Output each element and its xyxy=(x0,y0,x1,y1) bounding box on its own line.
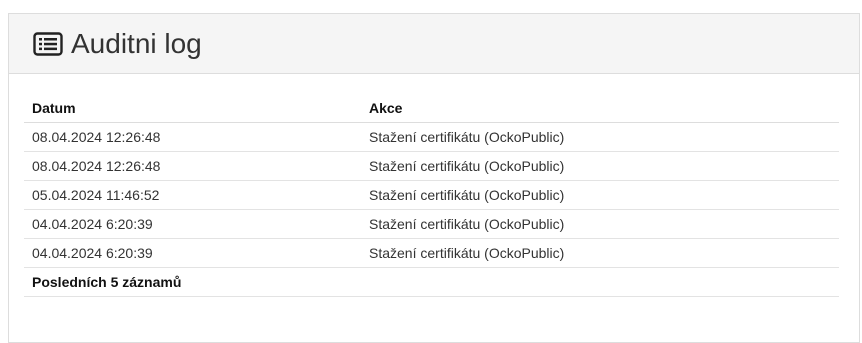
cell-akce: Stažení certifikátu (OckoPublic) xyxy=(361,122,839,152)
table-row: 04.04.2024 6:20:39 Stažení certifikátu (… xyxy=(24,209,839,239)
table-header-row: Datum Akce xyxy=(24,94,839,123)
panel-heading: Auditni log xyxy=(9,14,859,74)
list-alt-icon xyxy=(33,31,63,56)
cell-datum: 04.04.2024 6:20:39 xyxy=(24,238,361,268)
cell-akce: Stažení certifikátu (OckoPublic) xyxy=(361,209,839,239)
cell-datum: 04.04.2024 6:20:39 xyxy=(24,209,361,239)
column-header-datum: Datum xyxy=(24,94,361,123)
column-header-akce: Akce xyxy=(361,94,839,123)
table-footer-row: Posledních 5 záznamů xyxy=(24,267,839,297)
cell-datum: 08.04.2024 12:26:48 xyxy=(24,151,361,181)
table-row: 04.04.2024 6:20:39 Stažení certifikátu (… xyxy=(24,238,839,268)
page-title: Auditni log xyxy=(71,27,202,59)
table-row: 08.04.2024 12:26:48 Stažení certifikátu … xyxy=(24,122,839,152)
cell-akce: Stažení certifikátu (OckoPublic) xyxy=(361,151,839,181)
cell-akce: Stažení certifikátu (OckoPublic) xyxy=(361,238,839,268)
audit-log-table: Datum Akce 08.04.2024 12:26:48 Stažení c… xyxy=(24,94,839,297)
cell-akce: Stažení certifikátu (OckoPublic) xyxy=(361,180,839,210)
cell-datum: 08.04.2024 12:26:48 xyxy=(24,122,361,152)
record-count-footer: Posledních 5 záznamů xyxy=(24,267,839,297)
cell-datum: 05.04.2024 11:46:52 xyxy=(24,180,361,210)
table-row: 08.04.2024 12:26:48 Stažení certifikátu … xyxy=(24,151,839,181)
audit-log-panel: Auditni log Datum Akce 08.04.2024 12:26:… xyxy=(8,13,860,343)
table-row: 05.04.2024 11:46:52 Stažení certifikátu … xyxy=(24,180,839,210)
